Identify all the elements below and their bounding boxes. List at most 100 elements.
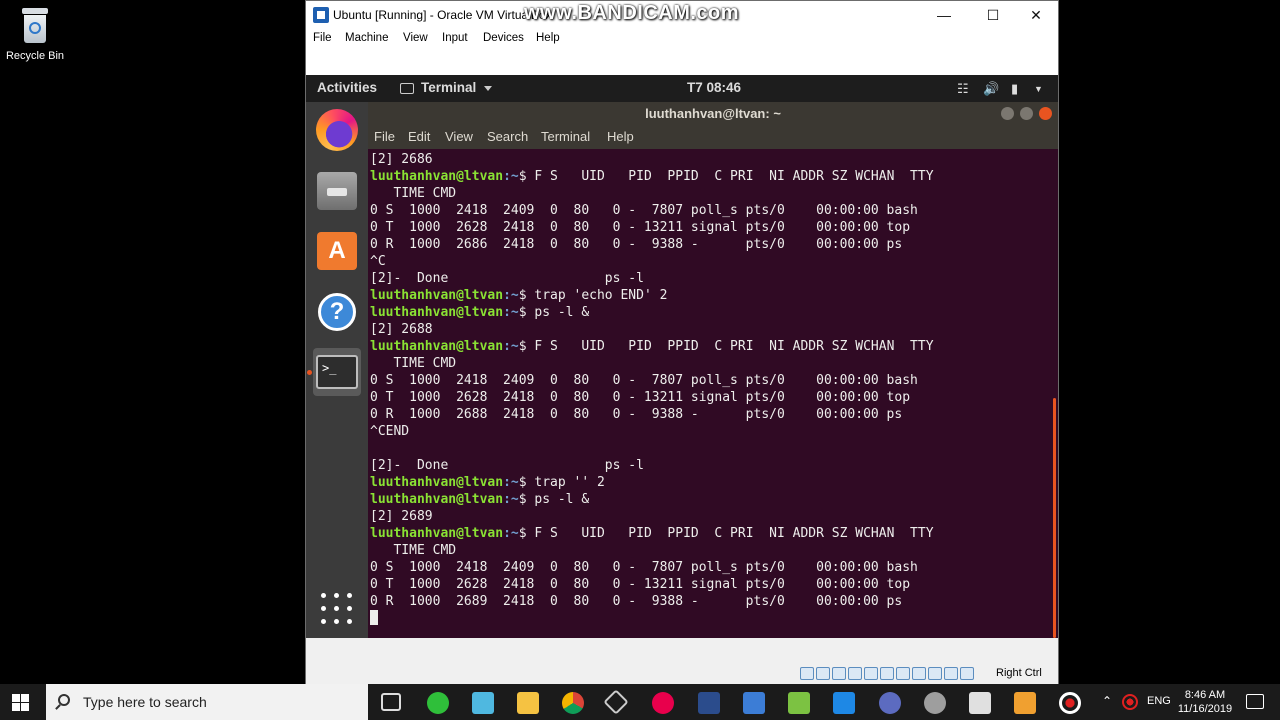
line-text: TIME CMD bbox=[370, 186, 457, 201]
app-paint-icon[interactable] bbox=[743, 692, 765, 714]
prompt-user: luuthanhvan@ltvan bbox=[370, 305, 504, 320]
dock-terminal[interactable]: >_ bbox=[313, 348, 361, 396]
line-text: 0 R 1000 2686 2418 0 80 0 - 9388 - pts/0… bbox=[370, 237, 903, 252]
terminal-menu-help[interactable]: Help bbox=[607, 129, 634, 144]
tray-expand-icon[interactable]: ⌃ bbox=[1102, 694, 1112, 708]
dock-software[interactable]: A bbox=[313, 227, 361, 275]
dock-help[interactable]: ? bbox=[313, 288, 361, 336]
file-explorer-icon[interactable] bbox=[517, 692, 539, 714]
app-editor-icon[interactable] bbox=[788, 692, 810, 714]
activities-button[interactable]: Activities bbox=[317, 80, 377, 95]
app-notepad-icon[interactable] bbox=[472, 692, 494, 714]
show-applications-icon[interactable] bbox=[321, 593, 353, 625]
gnome-clock[interactable]: T7 08:46 bbox=[687, 80, 741, 95]
menu-help[interactable]: Help bbox=[536, 32, 560, 44]
terminal-menu-file[interactable]: File bbox=[374, 129, 395, 144]
chrome-icon[interactable] bbox=[562, 692, 584, 714]
taskbar-clock[interactable]: 8:46 AM 11/16/2019 bbox=[1176, 688, 1234, 716]
search-placeholder: Type here to search bbox=[83, 694, 207, 710]
terminal-line: 0 T 1000 2628 2418 0 80 0 - 13211 signal… bbox=[370, 219, 1050, 236]
line-text: [2] 2686 bbox=[370, 152, 433, 167]
menu-machine[interactable]: Machine bbox=[345, 32, 388, 44]
line-text: $ F S UID PID PPID C PRI NI ADDR SZ WCHA… bbox=[518, 339, 934, 354]
menu-input[interactable]: Input bbox=[442, 32, 468, 44]
menu-devices[interactable]: Devices bbox=[483, 32, 524, 44]
terminal-output[interactable]: [2] 2686 luuthanhvan@ltvan:~$ F S UID PID… bbox=[370, 151, 1050, 638]
network-icon[interactable]: ☷ bbox=[957, 81, 969, 97]
menu-file[interactable]: File bbox=[313, 32, 332, 44]
virtualbox-window: Ubuntu [Running] - Oracle VM VirtualBox … bbox=[305, 0, 1059, 684]
terminal-line: ^CEND bbox=[370, 423, 1050, 440]
line-text: 0 S 1000 2418 2409 0 80 0 - 7807 poll_s … bbox=[370, 373, 918, 388]
terminal-maximize-button[interactable] bbox=[1020, 107, 1033, 120]
terminal-menu-search[interactable]: Search bbox=[487, 129, 528, 144]
terminal-line: TIME CMD bbox=[370, 355, 1050, 372]
app-php-icon[interactable] bbox=[879, 692, 901, 714]
windows-start-icon[interactable] bbox=[12, 694, 29, 711]
app-box-icon[interactable] bbox=[603, 689, 629, 715]
app-cloud-icon[interactable] bbox=[924, 692, 946, 714]
taskbar-search[interactable]: Type here to search bbox=[46, 684, 368, 720]
guest-display[interactable]: Activities Terminal T7 08:46 ☷ 🔊 ▮ ▼ A ?… bbox=[306, 75, 1058, 638]
close-button[interactable]: ✕ bbox=[1013, 1, 1059, 29]
record-icon[interactable] bbox=[1059, 692, 1081, 714]
terminal-line: [2] 2689 bbox=[370, 508, 1050, 525]
line-text: [2]- Done ps -l bbox=[370, 458, 644, 473]
line-text: $ trap 'echo END' 2 bbox=[518, 288, 668, 303]
menu-view[interactable]: View bbox=[403, 32, 428, 44]
app-dev-icon[interactable] bbox=[698, 692, 720, 714]
terminal-line: [2] 2686 bbox=[370, 151, 1050, 168]
virtualbox-icon bbox=[313, 7, 329, 23]
notifications-icon[interactable] bbox=[1246, 694, 1264, 709]
prompt-user: luuthanhvan@ltvan bbox=[370, 475, 504, 490]
prompt-user: luuthanhvan@ltvan bbox=[370, 288, 504, 303]
terminal-scrollbar[interactable] bbox=[1053, 398, 1056, 638]
chevron-down-icon[interactable] bbox=[484, 86, 492, 91]
device-status-icons[interactable] bbox=[800, 667, 974, 681]
battery-icon[interactable]: ▮ bbox=[1011, 81, 1018, 97]
usb-icon bbox=[864, 667, 878, 680]
app-oo-icon[interactable] bbox=[652, 692, 674, 714]
host-key-label: Right Ctrl bbox=[996, 667, 1042, 679]
vscode-icon[interactable] bbox=[833, 692, 855, 714]
line-text: 0 T 1000 2628 2418 0 80 0 - 13211 signal… bbox=[370, 577, 911, 592]
virtualbox-menubar: File Machine View Input Devices Help bbox=[306, 29, 1058, 49]
terminal-close-button[interactable] bbox=[1039, 107, 1052, 120]
volume-icon[interactable]: 🔊 bbox=[983, 81, 999, 97]
prompt-path: :~ bbox=[503, 169, 519, 184]
terminal-minimize-button[interactable] bbox=[1001, 107, 1014, 120]
terminal-line: [2]- Done ps -l bbox=[370, 270, 1050, 287]
minimize-button[interactable]: — bbox=[921, 1, 967, 29]
app-s-icon[interactable] bbox=[427, 692, 449, 714]
prompt-user: luuthanhvan@ltvan bbox=[370, 169, 504, 184]
app-menu-terminal[interactable]: Terminal bbox=[421, 80, 476, 95]
system-menu-arrow-icon[interactable]: ▼ bbox=[1034, 84, 1043, 94]
prompt-path: :~ bbox=[503, 288, 519, 303]
terminal-menu-view[interactable]: View bbox=[445, 129, 473, 144]
prompt-path: :~ bbox=[503, 339, 519, 354]
line-text: $ ps -l & bbox=[518, 305, 590, 320]
terminal-line: 0 T 1000 2628 2418 0 80 0 - 13211 signal… bbox=[370, 576, 1050, 593]
terminal-menu-edit[interactable]: Edit bbox=[408, 129, 430, 144]
terminal-line: 0 S 1000 2418 2409 0 80 0 - 7807 poll_s … bbox=[370, 372, 1050, 389]
bandicam-watermark: www.BANDICAM.com bbox=[524, 2, 740, 24]
terminal-window: luuthanhvan@ltvan: ~ File Edit View Sear… bbox=[368, 102, 1058, 638]
language-indicator[interactable]: ENG bbox=[1147, 695, 1171, 707]
terminal-cursor-line bbox=[370, 610, 1050, 628]
virtualbox-taskbar-icon[interactable] bbox=[1014, 692, 1036, 714]
terminal-titlebar[interactable]: luuthanhvan@ltvan: ~ bbox=[368, 102, 1058, 125]
dock-files[interactable] bbox=[313, 167, 361, 215]
terminal-line: luuthanhvan@ltvan:~$ ps -l & bbox=[370, 304, 1050, 321]
display-icon bbox=[896, 667, 910, 680]
virtualbox-statusbar: Right Ctrl bbox=[306, 638, 1058, 684]
tray-record-icon[interactable] bbox=[1122, 694, 1138, 710]
app-window-icon[interactable] bbox=[969, 692, 991, 714]
keyboard-icon bbox=[960, 667, 974, 680]
task-view-icon[interactable] bbox=[381, 693, 401, 711]
cpu-icon bbox=[928, 667, 942, 680]
maximize-button[interactable]: ☐ bbox=[970, 1, 1016, 29]
terminal-menu-terminal[interactable]: Terminal bbox=[541, 129, 590, 144]
recycle-bin[interactable]: Recycle Bin bbox=[4, 6, 66, 62]
dock-firefox[interactable] bbox=[313, 106, 361, 154]
